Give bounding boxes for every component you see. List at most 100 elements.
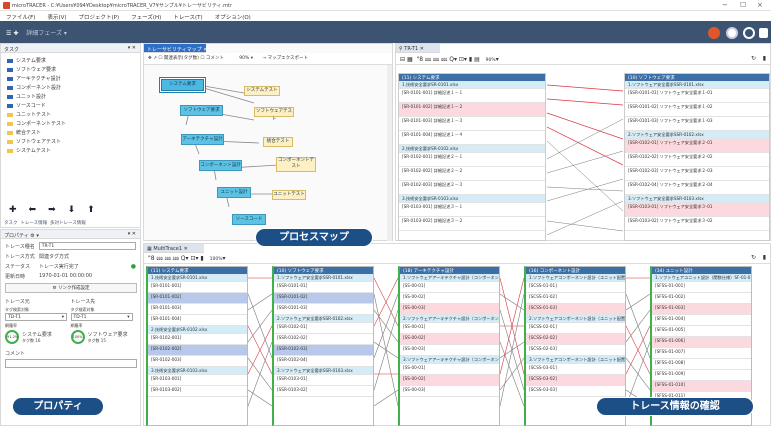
trace-row[interactable]: [SR-0103-001] (148, 375, 247, 386)
trace-row[interactable]: [SS-00-03] (400, 345, 499, 356)
task-item[interactable]: システムテスト (1, 146, 140, 155)
refresh-icon[interactable]: ↻ (751, 254, 756, 261)
file-row[interactable]: 1.ソフトウェア安全要求SSR-0101.xlsx (625, 81, 769, 89)
trace-row[interactable]: [SR-0102-001] (148, 334, 247, 345)
trace-row[interactable]: [SR-0102-003] 詳細記述２－３ (399, 181, 545, 195)
vertical-scrollbar[interactable] (387, 65, 392, 241)
trace-row[interactable]: [SFSS-01-001] (652, 282, 751, 293)
edit-icon[interactable] (726, 27, 738, 39)
lock-icon[interactable]: ▮ (469, 56, 472, 63)
node-integration-test[interactable]: 統合テスト (263, 137, 293, 147)
calendar-icon[interactable]: ▤ (474, 56, 480, 63)
node-unit-test[interactable]: ユニットテスト (272, 190, 306, 200)
settings-icon[interactable]: ⚙ ▾ (30, 233, 39, 239)
trace-row[interactable]: [SFSS-01-003] (652, 304, 751, 315)
node-software-test[interactable]: ソフトウェアテスト (254, 107, 294, 122)
layout-icon[interactable]: ⊟ (400, 56, 405, 63)
phase-selector[interactable]: ☰ ✚ 詳細フェーズ ▾ (6, 28, 67, 37)
tab-trace-info[interactable]: トレース情報 (20, 221, 47, 226)
link-settings-button[interactable]: ⚙ リンク作成設定 (5, 283, 137, 293)
maximize-button[interactable]: ☐ (740, 1, 746, 9)
filter-icon[interactable]: ⊡ (190, 255, 195, 262)
trace-row[interactable]: [SSR-0101-01] ソフトウェア安全要求１-01 (625, 89, 769, 103)
tab-multi-trace[interactable]: ▦ MultiTrace1 ✕ (144, 244, 204, 253)
grid-icon[interactable]: ▦ (407, 56, 413, 63)
task-item[interactable]: ユニットテスト (1, 110, 140, 119)
trace-row[interactable]: [SS-00-03] (400, 304, 499, 315)
file-row[interactable]: 3.ソフトウェアコンポーネント設計（ユニット配置 (526, 356, 625, 364)
search-icon[interactable]: Q (181, 255, 186, 262)
trace-row[interactable]: [SR-0103-002] (148, 386, 247, 397)
task-item[interactable]: コンポーネントテスト (1, 119, 140, 128)
target-select[interactable]: TD-T1 ▾ (70, 313, 133, 321)
minimize-button[interactable]: − (722, 1, 728, 9)
trace-row[interactable]: [SSR-0103-02] ソフトウェア安全要求３-02 (625, 217, 769, 231)
refresh-icon[interactable]: ↻ (751, 55, 756, 62)
export-button[interactable]: ⇢ マップエクスポート (262, 56, 308, 61)
node-software-req[interactable]: ソフトウェア要求 (180, 105, 223, 116)
file-row[interactable]: 3.ソフトウェアアーキテクチャ設計（コンポーネント配置 (400, 356, 499, 364)
task-item[interactable]: コンポーネント設計 (1, 83, 140, 92)
file-row[interactable]: 1.ソフトウェアユニット設計（関数仕様）SF-01-0 (652, 274, 751, 282)
lock-icon[interactable]: ▮ (200, 255, 203, 262)
user-icon[interactable] (708, 27, 720, 39)
trace-row[interactable]: [SSR-0102-03] ソフトウェア安全要求２-03 (625, 167, 769, 181)
task-item[interactable]: アーキテクチャ設計 (1, 74, 140, 83)
trace-row[interactable]: [SSR-0101-03] (274, 304, 373, 315)
comment-checkbox[interactable]: コメント (206, 56, 224, 61)
task-item[interactable]: ソフトウェアテスト (1, 137, 140, 146)
node-system-req[interactable]: システム要求 (161, 79, 204, 91)
trace-row[interactable]: [SS-00-01] (400, 323, 499, 334)
trace-row[interactable]: [SSR-0102-02] (274, 334, 373, 345)
task-nav-arrows[interactable]: ✚⬅➡⬇⬆ (1, 205, 140, 215)
search-icon[interactable]: Q (449, 56, 454, 63)
file-row[interactable]: 3.技術安全要求SR-0103.xlsx (399, 195, 545, 203)
trace-row[interactable]: [SFSS-01-002] (652, 293, 751, 304)
trace-row[interactable]: [SSR-0102-03] (274, 345, 373, 356)
trace-row[interactable]: [SCSS-03-01] (526, 364, 625, 375)
save-icon[interactable]: ▮ (763, 254, 766, 261)
node-architecture[interactable]: アーキテクチャ設計 (181, 134, 224, 145)
trace-row[interactable]: [SSR-0102-01] (274, 323, 373, 334)
trace-row[interactable]: [SR-0101-004] (148, 315, 247, 326)
node-component[interactable]: コンポーネント設計 (199, 160, 242, 171)
file-row[interactable]: 2.ソフトウェアアーキテクチャ設計（コンポーネント配置 (400, 315, 499, 323)
trace-row[interactable]: [SFSS-01-006] (652, 337, 751, 348)
tag-icons[interactable]: "8 ⅏ ⅏ ⅏ (148, 255, 179, 262)
trace-row[interactable]: [SS-00-01] (400, 282, 499, 293)
trace-row[interactable]: [SS-00-01] (400, 364, 499, 375)
trace-row[interactable]: [SR-0103-001] 詳細記述３－１ (399, 203, 545, 217)
file-row[interactable]: 1.技術安全要求SR-0101.xlsx (148, 274, 247, 282)
node-source[interactable]: ソースコード (232, 214, 266, 225)
trace-row[interactable]: [SSR-0101-02] (274, 293, 373, 304)
trace-row[interactable]: [SSR-0101-01] (274, 282, 373, 293)
file-row[interactable]: 1.技術安全要求SR-0101.xlsx (399, 81, 545, 89)
file-row[interactable]: 1.ソフトウェアコンポーネント設計（ユニット配置 (526, 274, 625, 282)
trace-row[interactable]: [SR-0101-002] (148, 293, 247, 304)
tab-multi-trace[interactable]: 多対トレース情報 (50, 221, 86, 226)
trace-row[interactable]: [SSR-0101-03] ソフトウェア安全要求１-03 (625, 117, 769, 131)
trace-row[interactable]: [SSR-0102-02] ソフトウェア安全要求２-02 (625, 153, 769, 167)
trace-row[interactable]: [SR-0101-003] (148, 304, 247, 315)
file-row[interactable]: 3.ソフトウェア安全要求SSR-0103.xlsx (625, 195, 769, 203)
trace-row[interactable]: [SFSS-01-005] (652, 326, 751, 337)
file-row[interactable]: 2.ソフトウェア安全要求SSR-0102.xlsx (625, 131, 769, 139)
tag-icons[interactable]: "8 ⅏ ⅏ ⅏ (416, 56, 447, 63)
trace-row[interactable]: [SR-0101-002] 詳細記述１－２ (399, 103, 545, 117)
filter-icon[interactable]: ⊡ (459, 56, 464, 63)
trace-row[interactable]: [SSR-0103-01] (274, 375, 373, 386)
lock-icon[interactable] (759, 28, 768, 38)
trace-row[interactable]: [SCSS-03-02] (526, 375, 625, 386)
zoom-select[interactable]: 90% (239, 56, 249, 61)
trace-row[interactable]: [SSR-0101-02] ソフトウェア安全要求１-02 (625, 103, 769, 117)
trace-row[interactable]: [SCSS-01-02] (526, 293, 625, 304)
trace-row[interactable]: [SSR-0103-01] ソフトウェア安全要求３-01 (625, 203, 769, 217)
node-component-test[interactable]: コンポーネントテスト (276, 157, 316, 172)
file-row[interactable]: 2.技術安全要求SR-0102.xlsx (399, 145, 545, 153)
source-select[interactable]: TD-T1 ▾ (5, 313, 67, 321)
tab-trace[interactable]: ⚲ TR-T1 ✕ (396, 44, 440, 53)
node-unit[interactable]: ユニット設計 (217, 187, 251, 198)
trace-row[interactable]: [SFSS-01-010] (652, 381, 751, 392)
task-item[interactable]: ソフトウェア要求 (1, 65, 140, 74)
file-row[interactable]: 2.ソフトウェア安全要求SSR-0102.xlsx (274, 315, 373, 323)
